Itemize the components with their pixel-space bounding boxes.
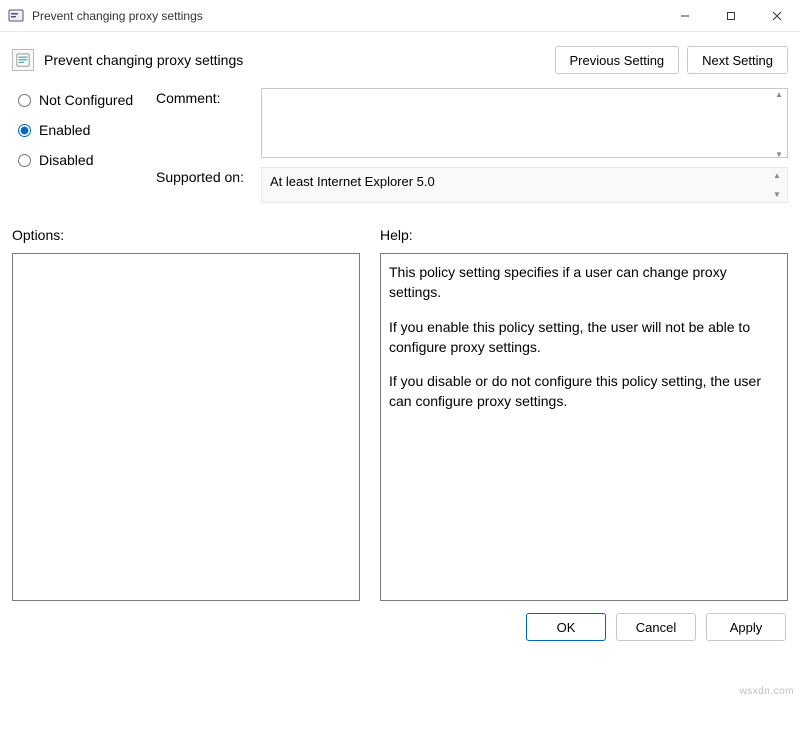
maximize-button[interactable] [708, 0, 754, 31]
previous-setting-button[interactable]: Previous Setting [555, 46, 680, 74]
window-controls [662, 0, 800, 31]
options-panel[interactable] [12, 253, 360, 601]
policy-header: Prevent changing proxy settings Previous… [0, 32, 800, 86]
cancel-button[interactable]: Cancel [616, 613, 696, 641]
radio-enabled-label: Enabled [39, 122, 90, 138]
radio-disabled-input[interactable] [18, 154, 31, 167]
comment-label: Comment: [156, 88, 261, 106]
meta-area: Comment: ▲▼ Supported on: At least Inter… [156, 88, 788, 209]
footer: OK Cancel Apply [0, 601, 800, 653]
panels: This policy setting specifies if a user … [0, 247, 800, 601]
close-button[interactable] [754, 0, 800, 31]
help-paragraph: This policy setting specifies if a user … [389, 262, 779, 303]
config-area: Not Configured Enabled Disabled Comment:… [0, 86, 800, 215]
help-paragraph: If you enable this policy setting, the u… [389, 317, 779, 358]
titlebar: Prevent changing proxy settings [0, 0, 800, 32]
options-heading: Options: [12, 227, 380, 243]
radio-disabled-label: Disabled [39, 152, 93, 168]
help-panel[interactable]: This policy setting specifies if a user … [380, 253, 788, 601]
ok-button[interactable]: OK [526, 613, 606, 641]
watermark: wsxdn.com [739, 686, 794, 697]
policy-editor-icon [8, 8, 24, 24]
radio-not-configured-label: Not Configured [39, 92, 133, 108]
comment-textarea[interactable] [261, 88, 788, 158]
radio-disabled[interactable]: Disabled [18, 152, 156, 168]
registry-icon [12, 49, 34, 71]
state-radios: Not Configured Enabled Disabled [18, 88, 156, 209]
radio-enabled-input[interactable] [18, 124, 31, 137]
next-setting-button[interactable]: Next Setting [687, 46, 788, 74]
help-heading: Help: [380, 227, 413, 243]
radio-not-configured[interactable]: Not Configured [18, 92, 156, 108]
radio-enabled[interactable]: Enabled [18, 122, 156, 138]
supported-on-value: At least Internet Explorer 5.0 [261, 167, 788, 203]
radio-not-configured-input[interactable] [18, 94, 31, 107]
policy-title: Prevent changing proxy settings [44, 52, 555, 68]
supported-label: Supported on: [156, 167, 261, 185]
minimize-button[interactable] [662, 0, 708, 31]
window-title: Prevent changing proxy settings [32, 9, 662, 23]
apply-button[interactable]: Apply [706, 613, 786, 641]
help-paragraph: If you disable or do not configure this … [389, 371, 779, 412]
lower-labels: Options: Help: [0, 215, 800, 247]
